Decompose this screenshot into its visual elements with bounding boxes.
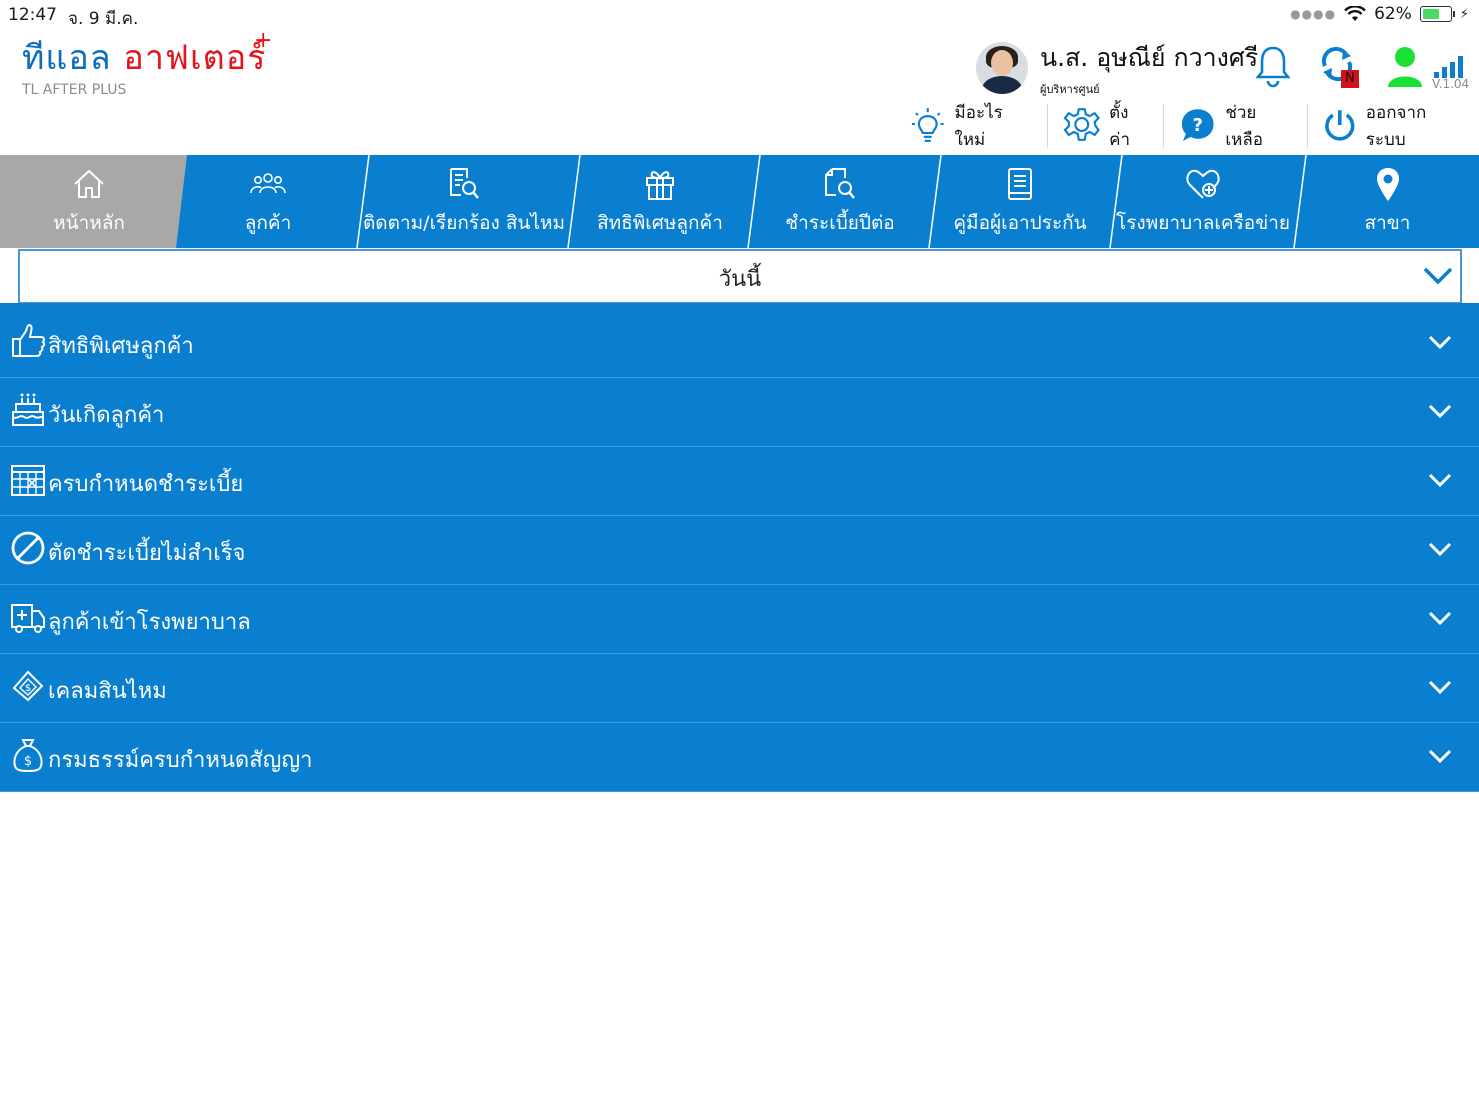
status-date: จ. 9 มี.ค.: [68, 9, 139, 29]
header-toolbar: มีอะไรใหม่ ตั้งค่า ? ช่วยเหลือ ออกจากระบ…: [895, 103, 1479, 150]
battery-icon: [1419, 6, 1455, 22]
nav-privileges-label: สิทธิพิเศษลูกค้า: [597, 211, 723, 234]
status-right: ●●●● 62% ⚡: [1290, 4, 1469, 24]
gift-icon: [646, 170, 674, 200]
help-button[interactable]: ? ช่วยเหลือ: [1164, 103, 1307, 150]
section-list: สิทธิพิเศษลูกค้า วันเกิดลูกค้า ครบกำหนดช…: [0, 309, 1479, 792]
chevron-down-icon: [1428, 749, 1452, 764]
nav-claim-tracking[interactable]: ติดตาม/เรียกร้อง สินไหม: [358, 155, 570, 248]
section-label: เคลมสินไหม: [48, 679, 167, 704]
book-icon: [1008, 167, 1032, 200]
power-icon: [1325, 110, 1355, 141]
gear-icon: [1063, 108, 1100, 141]
nav-branches[interactable]: สาขา: [1296, 155, 1479, 248]
sync-button[interactable]: N: [1317, 44, 1363, 88]
section-label: กรมธรรม์ครบกำหนดสัญญา: [48, 748, 313, 773]
logo-text-en: TL AFTER PLUS: [22, 82, 127, 98]
section-birthdays[interactable]: วันเกิดลูกค้า: [0, 378, 1479, 447]
nav-customers[interactable]: ลูกค้า: [180, 155, 356, 248]
section-policy-maturity[interactable]: $ กรมธรรม์ครบกำหนดสัญญา: [0, 723, 1479, 792]
logo-text-th-a: ทีแอล: [22, 38, 112, 78]
thumbs-up-icon: [12, 323, 46, 357]
bell-icon[interactable]: [1253, 44, 1293, 88]
heart-plus-icon: [1186, 169, 1220, 199]
section-premium-due[interactable]: ครบกำหนดชำระเบี้ย: [0, 447, 1479, 516]
sync-badge: N: [1341, 70, 1359, 88]
logo-plus: +: [254, 28, 273, 53]
nav-hospitals-label: โรงพยาบาลเครือข่าย: [1116, 211, 1290, 234]
nav-renewal-payment[interactable]: ชำระเบี้ยปีต่อ: [750, 155, 930, 248]
prohibited-icon: [11, 531, 45, 565]
nav-home-label: หน้าหลัก: [53, 211, 125, 234]
main-nav: หน้าหลัก ลูกค้า ติดตาม/เรียกร้อง สินไหม …: [0, 155, 1479, 248]
help-icon: ?: [1181, 109, 1214, 141]
user-profile[interactable]: น.ส. อุษณีย์ กวางศรี ผู้บริหารศูนย์: [976, 38, 1258, 98]
wifi-icon: [1344, 6, 1366, 21]
chevron-down-icon: [1428, 680, 1452, 695]
nav-hospitals[interactable]: โรงพยาบาลเครือข่าย: [1110, 155, 1296, 248]
settings-label: ตั้งค่า: [1109, 103, 1130, 150]
online-user-icon[interactable]: [1387, 45, 1423, 87]
settings-button[interactable]: ตั้งค่า: [1048, 103, 1163, 150]
document-search-icon: [450, 167, 479, 199]
chevron-down-icon: [1428, 542, 1452, 557]
avatar: [976, 42, 1028, 94]
logout-label: ออกจากระบบ: [1365, 103, 1427, 150]
nav-home[interactable]: หน้าหลัก: [0, 155, 178, 248]
section-privileges[interactable]: สิทธิพิเศษลูกค้า: [0, 309, 1479, 378]
calendar-icon: [11, 465, 45, 496]
help-label: ช่วยเหลือ: [1225, 103, 1263, 150]
user-role: ผู้บริหารศูนย์: [1040, 83, 1100, 96]
map-pin-icon: [1376, 167, 1399, 201]
home-icon: [74, 169, 104, 198]
status-time: 12:47: [8, 5, 57, 25]
section-label: ครบกำหนดชำระเบี้ย: [48, 472, 244, 497]
chevron-down-icon: [1423, 267, 1453, 285]
status-bar: 12:47 จ. 9 มี.ค. ●●●● 62% ⚡: [0, 0, 1479, 30]
chevron-down-icon: [1428, 404, 1452, 419]
period-select[interactable]: วันนี้: [18, 249, 1462, 304]
birthday-cake-icon: [12, 393, 44, 426]
payment-search-icon: [825, 167, 855, 199]
nav-renewal-payment-label: ชำระเบี้ยปีต่อ: [785, 211, 895, 234]
charging-icon: ⚡: [1459, 6, 1469, 22]
svg-text:$: $: [25, 683, 31, 694]
section-claims[interactable]: $ เคลมสินไหม: [0, 654, 1479, 723]
nav-privileges[interactable]: สิทธิพิเศษลูกค้า: [570, 155, 750, 248]
lightbulb-icon: [911, 108, 944, 142]
nav-manual-label: คู่มือผู้เอาประกัน: [953, 211, 1087, 234]
claim-ticket-icon: $: [12, 670, 44, 702]
section-payment-failed[interactable]: ตัดชำระเบี้ยไม่สำเร็จ: [0, 516, 1479, 585]
chevron-down-icon: [1428, 611, 1452, 626]
chevron-down-icon: [1428, 473, 1452, 488]
version-label: V.1.04: [1432, 77, 1470, 91]
nav-claim-tracking-label: ติดตาม/เรียกร้อง สินไหม: [362, 211, 566, 234]
battery-percent: 62%: [1374, 4, 1412, 24]
money-bag-icon: $: [13, 739, 43, 773]
section-label: วันเกิดลูกค้า: [48, 403, 165, 428]
version: V.1.04: [1430, 54, 1470, 91]
section-label: สิทธิพิเศษลูกค้า: [48, 334, 194, 359]
whats-new-label: มีอะไรใหม่: [954, 103, 1003, 150]
app-logo: ทีแอล อาฟเตอร์ + TL AFTER PLUS: [22, 28, 272, 98]
svg-text:$: $: [24, 754, 32, 769]
ambulance-icon: [11, 604, 45, 633]
header-actions: N: [1253, 44, 1423, 88]
nav-customers-label: ลูกค้า: [244, 211, 292, 234]
logout-button[interactable]: ออกจากระบบ: [1308, 103, 1479, 150]
nav-manual[interactable]: คู่มือผู้เอาประกัน: [930, 155, 1110, 248]
section-label: ลูกค้าเข้าโรงพยาบาล: [48, 610, 251, 635]
section-hospital-admissions[interactable]: ลูกค้าเข้าโรงพยาบาล: [0, 585, 1479, 654]
nav-branches-label: สาขา: [1364, 211, 1411, 234]
logo-text-th-b: อาฟเตอร์: [123, 38, 267, 78]
svg-text:?: ?: [1192, 115, 1202, 136]
user-name: น.ส. อุษณีย์ กวางศรี: [1040, 43, 1259, 72]
whats-new-button[interactable]: มีอะไรใหม่: [895, 103, 1047, 150]
section-label: ตัดชำระเบี้ยไม่สำเร็จ: [48, 541, 246, 566]
period-select-value: วันนี้: [718, 267, 762, 292]
signal-dots-icon: ●●●●: [1290, 7, 1337, 21]
chevron-down-icon: [1428, 335, 1452, 350]
group-icon: [250, 172, 286, 193]
